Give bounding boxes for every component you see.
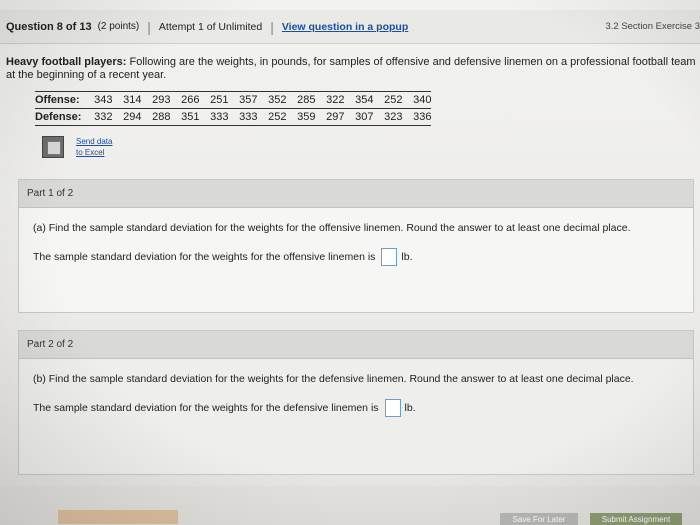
table-cell: 323 bbox=[373, 108, 403, 126]
part-1-unit: lb. bbox=[401, 251, 413, 263]
part-1-header: Part 1 of 2 bbox=[19, 180, 693, 208]
table-cell: 333 bbox=[228, 108, 258, 126]
part-1-panel: Part 1 of 2 (a) Find the sample standard… bbox=[18, 179, 694, 313]
table-cell: 314 bbox=[112, 91, 142, 109]
question-text: Heavy football players: Following are th… bbox=[6, 56, 696, 82]
save-for-later-button[interactable]: Save For Later bbox=[500, 513, 578, 525]
part-2-answer-input[interactable] bbox=[384, 399, 401, 417]
data-table: Offense: 343 314 293 266 251 357 352 285… bbox=[35, 91, 432, 126]
table-row: Defense: 332 294 288 351 333 333 252 359… bbox=[35, 108, 432, 126]
excel-link-line1[interactable]: Send data bbox=[76, 136, 112, 147]
part-2-answer-prefix: The sample standard deviation for the we… bbox=[33, 402, 379, 414]
table-cell: 288 bbox=[141, 108, 171, 126]
part-1-answer-prefix: The sample standard deviation for the we… bbox=[33, 251, 376, 263]
table-cell: 343 bbox=[83, 91, 113, 109]
table-cell: 340 bbox=[402, 91, 432, 109]
question-number: Question 8 of 13 bbox=[6, 20, 92, 33]
table-cell: 307 bbox=[344, 108, 374, 126]
view-in-popup-link[interactable]: View question in a popup bbox=[282, 21, 408, 33]
part-1-question: (a) Find the sample standard deviation f… bbox=[33, 222, 631, 234]
table-cell: 293 bbox=[141, 91, 171, 109]
header-separator: | bbox=[147, 18, 151, 35]
footer-accent bbox=[58, 510, 178, 524]
table-cell: 266 bbox=[170, 91, 200, 109]
footer-bar: Save For Later Submit Assignment bbox=[0, 486, 700, 525]
screen: Question 8 of 13 (2 points) | Attempt 1 … bbox=[0, 0, 700, 525]
table-cell: 333 bbox=[199, 108, 229, 126]
row-label: Offense: bbox=[35, 91, 84, 109]
section-label: 3.2 Section Exercise 3 bbox=[605, 21, 700, 32]
table-cell: 351 bbox=[170, 108, 200, 126]
part-2-panel: Part 2 of 2 (b) Find the sample standard… bbox=[18, 330, 694, 475]
part-2-unit: lb. bbox=[404, 402, 416, 414]
table-cell: 294 bbox=[112, 108, 142, 126]
part-1-answer-input[interactable] bbox=[381, 248, 398, 266]
table-cell: 357 bbox=[228, 91, 258, 109]
excel-icon[interactable] bbox=[42, 136, 64, 158]
table-cell: 359 bbox=[286, 108, 316, 126]
table-cell: 354 bbox=[344, 91, 374, 109]
table-cell: 252 bbox=[257, 108, 287, 126]
table-cell: 252 bbox=[373, 91, 403, 109]
submit-assignment-button[interactable]: Submit Assignment bbox=[590, 513, 682, 525]
table-cell: 322 bbox=[315, 91, 345, 109]
part-2-answer-row: The sample standard deviation for the we… bbox=[19, 385, 693, 417]
question-header-bar: Question 8 of 13 (2 points) | Attempt 1 … bbox=[0, 10, 700, 44]
question-points: (2 points) bbox=[97, 21, 140, 32]
part-2-header: Part 2 of 2 bbox=[19, 331, 693, 359]
send-to-excel[interactable]: Send data to Excel bbox=[42, 136, 112, 158]
header-separator: | bbox=[270, 18, 274, 35]
excel-link-line2[interactable]: to Excel bbox=[76, 147, 112, 158]
part-1-answer-row: The sample standard deviation for the we… bbox=[19, 234, 693, 266]
attempt-count: Attempt 1 of Unlimited bbox=[158, 20, 263, 33]
row-label: Defense: bbox=[35, 108, 84, 126]
question-title: Heavy football players: bbox=[6, 56, 127, 68]
table-cell: 332 bbox=[83, 108, 113, 126]
table-cell: 285 bbox=[286, 91, 316, 109]
table-cell: 352 bbox=[257, 91, 287, 109]
table-cell: 336 bbox=[402, 108, 432, 126]
table-cell: 297 bbox=[315, 108, 345, 126]
table-row: Offense: 343 314 293 266 251 357 352 285… bbox=[35, 91, 432, 109]
table-cell: 251 bbox=[199, 91, 229, 109]
send-to-excel-link[interactable]: Send data to Excel bbox=[76, 136, 112, 158]
part-2-question: (b) Find the sample standard deviation f… bbox=[33, 373, 634, 385]
